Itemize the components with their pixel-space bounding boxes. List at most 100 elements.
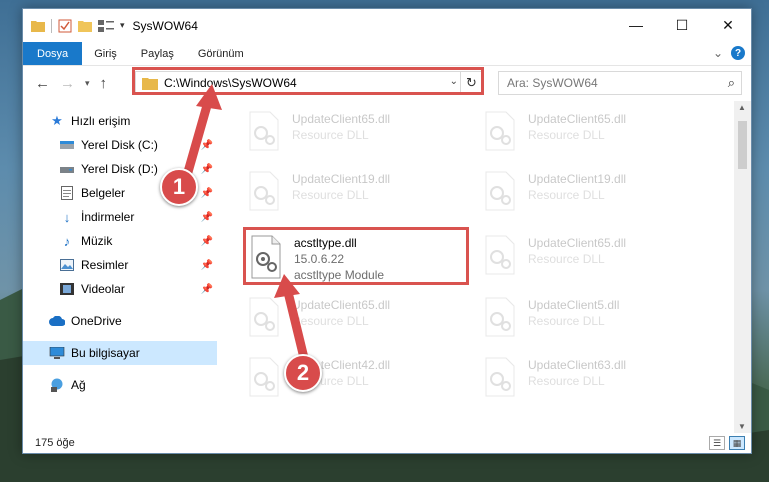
scroll-up-icon[interactable]: ▲ — [738, 103, 746, 112]
sidebar-item-onedrive[interactable]: OneDrive — [23, 309, 217, 333]
dll-file-icon — [482, 111, 518, 151]
cloud-icon — [49, 313, 65, 329]
sidebar-item-quick-access[interactable]: ★ Hızlı erişim — [23, 109, 217, 133]
file-type: Resource DLL — [528, 128, 605, 142]
documents-icon — [59, 185, 75, 201]
file-highlight-box — [243, 227, 469, 285]
file-name: UpdateClient65.dll — [528, 236, 627, 250]
pin-icon[interactable]: 📌 — [201, 188, 213, 199]
list-item[interactable]: UpdateClient63.dll Resource DLL — [482, 357, 626, 397]
list-item[interactable]: UpdateClient65.dll Resource DLL — [482, 235, 626, 275]
file-name: UpdateClient63.dll — [528, 358, 627, 372]
item-count: 175 öğe — [35, 437, 75, 449]
list-item[interactable]: UpdateClient65.dll Resource DLL — [246, 297, 390, 337]
file-type: Resource DLL — [528, 252, 605, 266]
file-type: Resource DLL — [528, 374, 605, 388]
tab-file[interactable]: Dosya — [23, 42, 83, 65]
sidebar-item-label: Müzik — [81, 234, 113, 248]
sidebar-item-label: Ağ — [71, 378, 86, 392]
help-icon[interactable]: ? — [731, 46, 745, 60]
address-highlight-box — [132, 67, 484, 95]
sidebar-item-videos[interactable]: Videolar 📌 — [23, 277, 217, 301]
pin-icon[interactable]: 📌 — [201, 284, 213, 295]
dll-file-icon — [482, 297, 518, 337]
sidebar-item-label: Yerel Disk (C:) — [81, 138, 158, 152]
file-name: UpdateClient65.dll — [528, 112, 627, 126]
scrollbar-thumb[interactable] — [738, 121, 747, 169]
pin-icon[interactable]: 📌 — [201, 140, 213, 151]
status-bar: 175 öğe ☰ ▦ — [23, 433, 751, 453]
dll-file-icon — [482, 171, 518, 211]
view-options-icon[interactable] — [98, 19, 114, 32]
sidebar-item-music[interactable]: ♪ Müzik 📌 — [23, 229, 217, 253]
dll-file-icon — [482, 235, 518, 275]
sidebar-item-pictures[interactable]: Resimler 📌 — [23, 253, 217, 277]
file-type: Resource DLL — [292, 314, 369, 328]
file-name: UpdateClient65.dll — [292, 298, 391, 312]
sidebar-item-label: Hızlı erişim — [71, 114, 131, 128]
search-box[interactable]: Ara: SysWOW64 ⌕ — [498, 71, 742, 95]
list-item[interactable]: UpdateClient19.dll Resource DLL — [246, 171, 390, 211]
sidebar-item-this-pc[interactable]: Bu bilgisayar — [23, 341, 217, 365]
back-arrow-icon[interactable]: ← — [35, 75, 50, 92]
network-icon — [49, 377, 65, 393]
recent-locations-icon[interactable]: ▾ — [85, 78, 90, 89]
properties-icon[interactable] — [58, 19, 72, 33]
view-switcher: ☰ ▦ — [709, 436, 745, 450]
sidebar-item-label: OneDrive — [71, 314, 122, 328]
up-arrow-icon[interactable]: ↑ — [100, 75, 108, 92]
sidebar-item-label: Bu bilgisayar — [71, 346, 140, 360]
toolbar-separator — [51, 18, 52, 33]
sidebar-item-label: Resimler — [81, 258, 129, 272]
file-name: UpdateClient65.dll — [292, 112, 391, 126]
tab-view[interactable]: Görünüm — [186, 42, 256, 65]
callout-one: 1 — [160, 168, 198, 206]
list-item[interactable]: UpdateClient65.dll Resource DLL — [246, 111, 390, 151]
search-icon[interactable]: ⌕ — [728, 75, 735, 91]
navigation-pane: ★ Hızlı erişim Yerel Disk (C:) 📌 Yerel D… — [23, 101, 218, 433]
customize-toolbar-icon[interactable]: ▾ — [120, 20, 125, 31]
ribbon-right: ⌄ ? — [713, 46, 745, 60]
callout-two: 2 — [284, 354, 322, 392]
new-folder-icon[interactable] — [78, 20, 92, 32]
list-item[interactable]: UpdateClient5.dll Resource DLL — [482, 297, 619, 337]
dll-file-icon — [246, 171, 282, 211]
dll-file-icon — [246, 357, 282, 397]
maximize-button[interactable]: ☐ — [659, 9, 705, 41]
quick-access-toolbar: ▾ — [23, 18, 125, 33]
file-name: UpdateClient5.dll — [528, 298, 620, 312]
pin-icon[interactable]: 📌 — [201, 236, 213, 247]
forward-arrow-icon[interactable]: → — [60, 75, 75, 92]
videos-icon — [59, 281, 75, 297]
title-bar: ▾ SysWOW64 — ☐ ✕ — [23, 9, 751, 42]
sidebar-item-downloads[interactable]: ↓ İndirmeler 📌 — [23, 205, 217, 229]
tab-share[interactable]: Paylaş — [129, 42, 186, 65]
file-type: Resource DLL — [292, 128, 369, 142]
close-button[interactable]: ✕ — [705, 9, 751, 41]
drive-icon — [59, 137, 75, 153]
file-name: UpdateClient19.dll — [292, 172, 391, 186]
downloads-icon: ↓ — [63, 209, 71, 225]
expand-ribbon-icon[interactable]: ⌄ — [713, 46, 723, 60]
dll-file-icon — [482, 357, 518, 397]
pin-icon[interactable]: 📌 — [201, 212, 213, 223]
file-type: Resource DLL — [292, 188, 369, 202]
tab-home[interactable]: Giriş — [82, 42, 129, 65]
list-item[interactable]: UpdateClient65.dll Resource DLL — [482, 111, 626, 151]
folder-icon — [31, 20, 45, 32]
list-item[interactable]: UpdateClient19.dll Resource DLL — [482, 171, 626, 211]
vertical-scrollbar[interactable]: ▲ ▼ — [734, 101, 751, 433]
dll-file-icon — [246, 297, 282, 337]
pin-icon[interactable]: 📌 — [201, 164, 213, 175]
tiles-view-icon[interactable]: ▦ — [729, 436, 745, 450]
minimize-button[interactable]: — — [613, 9, 659, 41]
scroll-down-icon[interactable]: ▼ — [738, 422, 746, 431]
sidebar-item-network[interactable]: Ağ — [23, 373, 217, 397]
sidebar-item-label: Videolar — [81, 282, 125, 296]
window-controls: — ☐ ✕ — [613, 9, 751, 41]
computer-icon — [49, 345, 65, 361]
details-view-icon[interactable]: ☰ — [709, 436, 725, 450]
sidebar-item-disk-c[interactable]: Yerel Disk (C:) 📌 — [23, 133, 217, 157]
sidebar-item-label: İndirmeler — [81, 210, 135, 224]
pin-icon[interactable]: 📌 — [201, 260, 213, 271]
